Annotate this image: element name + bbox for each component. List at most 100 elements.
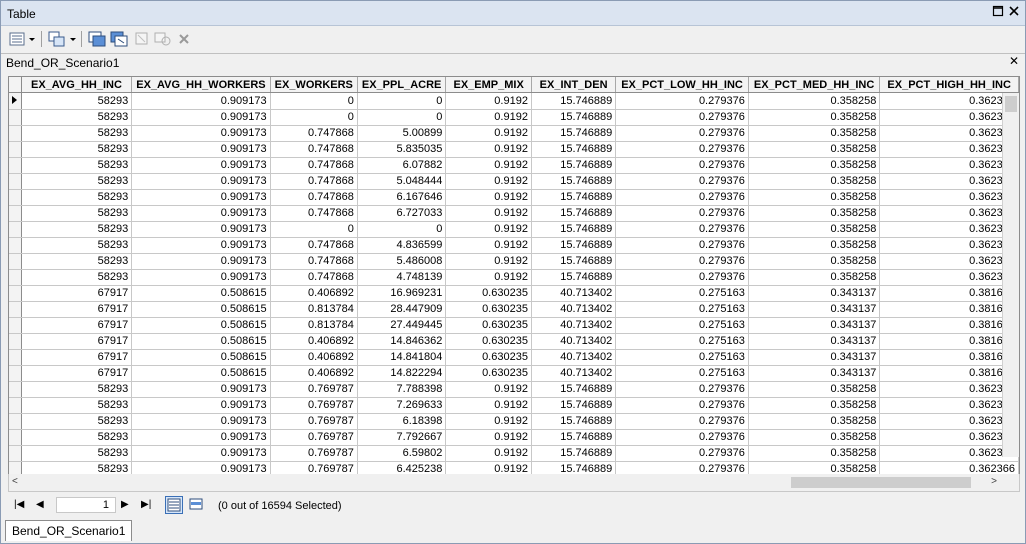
- table-cell[interactable]: 0.747868: [270, 157, 358, 174]
- row-selector[interactable]: [9, 397, 22, 414]
- table-cell[interactable]: 0.362366: [879, 461, 1019, 474]
- vertical-scroll-thumb[interactable]: [1005, 96, 1017, 112]
- table-row[interactable]: 58293 0.909173 0 0 0.9192 15.746889 0.279376 0.…: [9, 109, 1019, 126]
- table-cell[interactable]: 0.9192: [445, 157, 532, 174]
- table-cell[interactable]: 0.909173: [131, 173, 271, 190]
- table-cell[interactable]: 58293: [21, 397, 133, 414]
- table-cell[interactable]: 0.279376: [615, 269, 749, 286]
- table-cell[interactable]: 0.508615: [131, 285, 271, 302]
- table-cell[interactable]: 0.275163: [615, 349, 749, 366]
- table-cell[interactable]: 0.362366: [879, 269, 1019, 286]
- table-cell[interactable]: 0.279376: [615, 429, 749, 446]
- scroll-left-icon[interactable]: <: [12, 476, 18, 487]
- table-cell[interactable]: 0.909173: [131, 205, 271, 222]
- clear-selection-button[interactable]: [134, 30, 150, 48]
- table-cell[interactable]: 4.836599: [357, 237, 447, 254]
- close-icon[interactable]: [1007, 5, 1021, 19]
- column-header[interactable]: EX_PCT_LOW_HH_INC: [615, 77, 749, 93]
- table-cell[interactable]: 0.358258: [748, 173, 881, 190]
- table-cell[interactable]: 0.747868: [270, 173, 358, 190]
- table-cell[interactable]: 0.279376: [615, 253, 749, 270]
- row-selector[interactable]: [9, 269, 22, 286]
- table-cell[interactable]: 15.746889: [531, 157, 617, 174]
- table-row[interactable]: 58293 0.909173 0 0 0.9192 15.746889 0.279376 0.…: [9, 92, 1019, 110]
- table-cell[interactable]: 15.746889: [531, 109, 617, 126]
- table-cell[interactable]: 0.9192: [445, 253, 532, 270]
- table-cell[interactable]: 58293: [21, 157, 133, 174]
- row-selector[interactable]: [9, 413, 22, 430]
- table-cell[interactable]: 0.362366: [879, 381, 1019, 398]
- table-cell[interactable]: 5.486008: [357, 253, 447, 270]
- table-cell[interactable]: 0.362366: [879, 413, 1019, 430]
- row-selector[interactable]: [9, 237, 22, 254]
- table-cell[interactable]: 5.00899: [357, 125, 447, 142]
- table-cell[interactable]: 0.279376: [615, 221, 749, 238]
- bottom-table-tab[interactable]: Bend_OR_Scenario1: [5, 520, 133, 541]
- table-cell[interactable]: 0.9192: [445, 269, 532, 286]
- table-cell[interactable]: 0.279376: [615, 413, 749, 430]
- last-record-icon[interactable]: ▶|: [141, 499, 151, 510]
- table-cell[interactable]: 0.279376: [615, 397, 749, 414]
- column-header[interactable]: EX_WORKERS: [270, 77, 358, 93]
- table-cell[interactable]: 0.279376: [615, 237, 749, 254]
- table-cell[interactable]: 0.747868: [270, 253, 358, 270]
- table-row[interactable]: 67917 0.508615 0.813784 28.447909 0.630235 40…: [9, 301, 1019, 318]
- table-cell[interactable]: 58293: [21, 413, 133, 430]
- table-cell[interactable]: 0.279376: [615, 125, 749, 142]
- table-cell[interactable]: 15.746889: [531, 205, 617, 222]
- table-cell[interactable]: 0.279376: [615, 445, 749, 462]
- table-row[interactable]: 67917 0.508615 0.406892 14.841804 0.630235 40…: [9, 349, 1019, 366]
- row-selector[interactable]: [9, 301, 22, 318]
- table-cell[interactable]: 6.425238: [357, 461, 447, 474]
- table-cell[interactable]: 58293: [21, 173, 133, 190]
- table-cell[interactable]: 58293: [21, 141, 133, 158]
- table-cell[interactable]: 16.969231: [357, 285, 447, 302]
- table-cell[interactable]: 0.909173: [131, 381, 271, 398]
- table-cell[interactable]: 14.841804: [357, 349, 447, 366]
- scroll-right-icon[interactable]: >: [991, 476, 997, 487]
- table-cell[interactable]: 27.449445: [357, 317, 447, 334]
- table-cell[interactable]: 0: [357, 109, 447, 126]
- row-selector[interactable]: [9, 445, 22, 462]
- row-selector[interactable]: [9, 92, 22, 110]
- table-cell[interactable]: 0.279376: [615, 141, 749, 158]
- table-cell[interactable]: 15.746889: [531, 173, 617, 190]
- table-cell[interactable]: 0.275163: [615, 285, 749, 302]
- row-selector-header[interactable]: [9, 77, 22, 93]
- table-cell[interactable]: 0.909173: [131, 125, 271, 142]
- table-cell[interactable]: 0.9192: [445, 173, 532, 190]
- table-cell[interactable]: 0.362366: [879, 141, 1019, 158]
- row-selector[interactable]: [9, 141, 22, 158]
- table-cell[interactable]: 58293: [21, 253, 133, 270]
- vertical-scrollbar[interactable]: ▲: [1002, 93, 1019, 457]
- table-cell[interactable]: 0.508615: [131, 349, 271, 366]
- row-selector[interactable]: [9, 253, 22, 270]
- table-cell[interactable]: 58293: [21, 237, 133, 254]
- table-cell[interactable]: 5.835035: [357, 141, 447, 158]
- table-cell[interactable]: 0.381699: [879, 333, 1019, 350]
- table-row[interactable]: 58293 0.909173 0.769787 7.792667 0.9192 15.74…: [9, 429, 1019, 446]
- row-selector[interactable]: [9, 157, 22, 174]
- row-selector[interactable]: [9, 221, 22, 238]
- table-cell[interactable]: 0: [270, 221, 358, 238]
- table-cell[interactable]: 0.279376: [615, 92, 749, 110]
- table-cell[interactable]: 0.362366: [879, 189, 1019, 206]
- row-selector[interactable]: [9, 381, 22, 398]
- table-cell[interactable]: 0.9192: [445, 205, 532, 222]
- table-cell[interactable]: 15.746889: [531, 413, 617, 430]
- table-cell[interactable]: 0.275163: [615, 365, 749, 382]
- table-cell[interactable]: 58293: [21, 461, 133, 474]
- table-row[interactable]: 58293 0.909173 0.747868 6.167646 0.9192 15.74…: [9, 189, 1019, 206]
- table-cell[interactable]: 58293: [21, 445, 133, 462]
- table-cell[interactable]: 0.769787: [270, 397, 358, 414]
- table-cell[interactable]: 0.358258: [748, 429, 881, 446]
- table-row[interactable]: 58293 0.909173 0.747868 5.048444 0.9192 15.74…: [9, 173, 1019, 190]
- table-row[interactable]: 58293 0.909173 0.769787 6.59802 0.9192 15.746…: [9, 445, 1019, 462]
- column-header[interactable]: EX_PPL_ACRE: [357, 77, 447, 93]
- table-cell[interactable]: 40.713402: [531, 285, 617, 302]
- table-cell[interactable]: 0.630235: [445, 333, 532, 350]
- table-cell[interactable]: 58293: [21, 269, 133, 286]
- table-cell[interactable]: 0.358258: [748, 413, 881, 430]
- table-cell[interactable]: 0.813784: [270, 301, 358, 318]
- table-cell[interactable]: 58293: [21, 381, 133, 398]
